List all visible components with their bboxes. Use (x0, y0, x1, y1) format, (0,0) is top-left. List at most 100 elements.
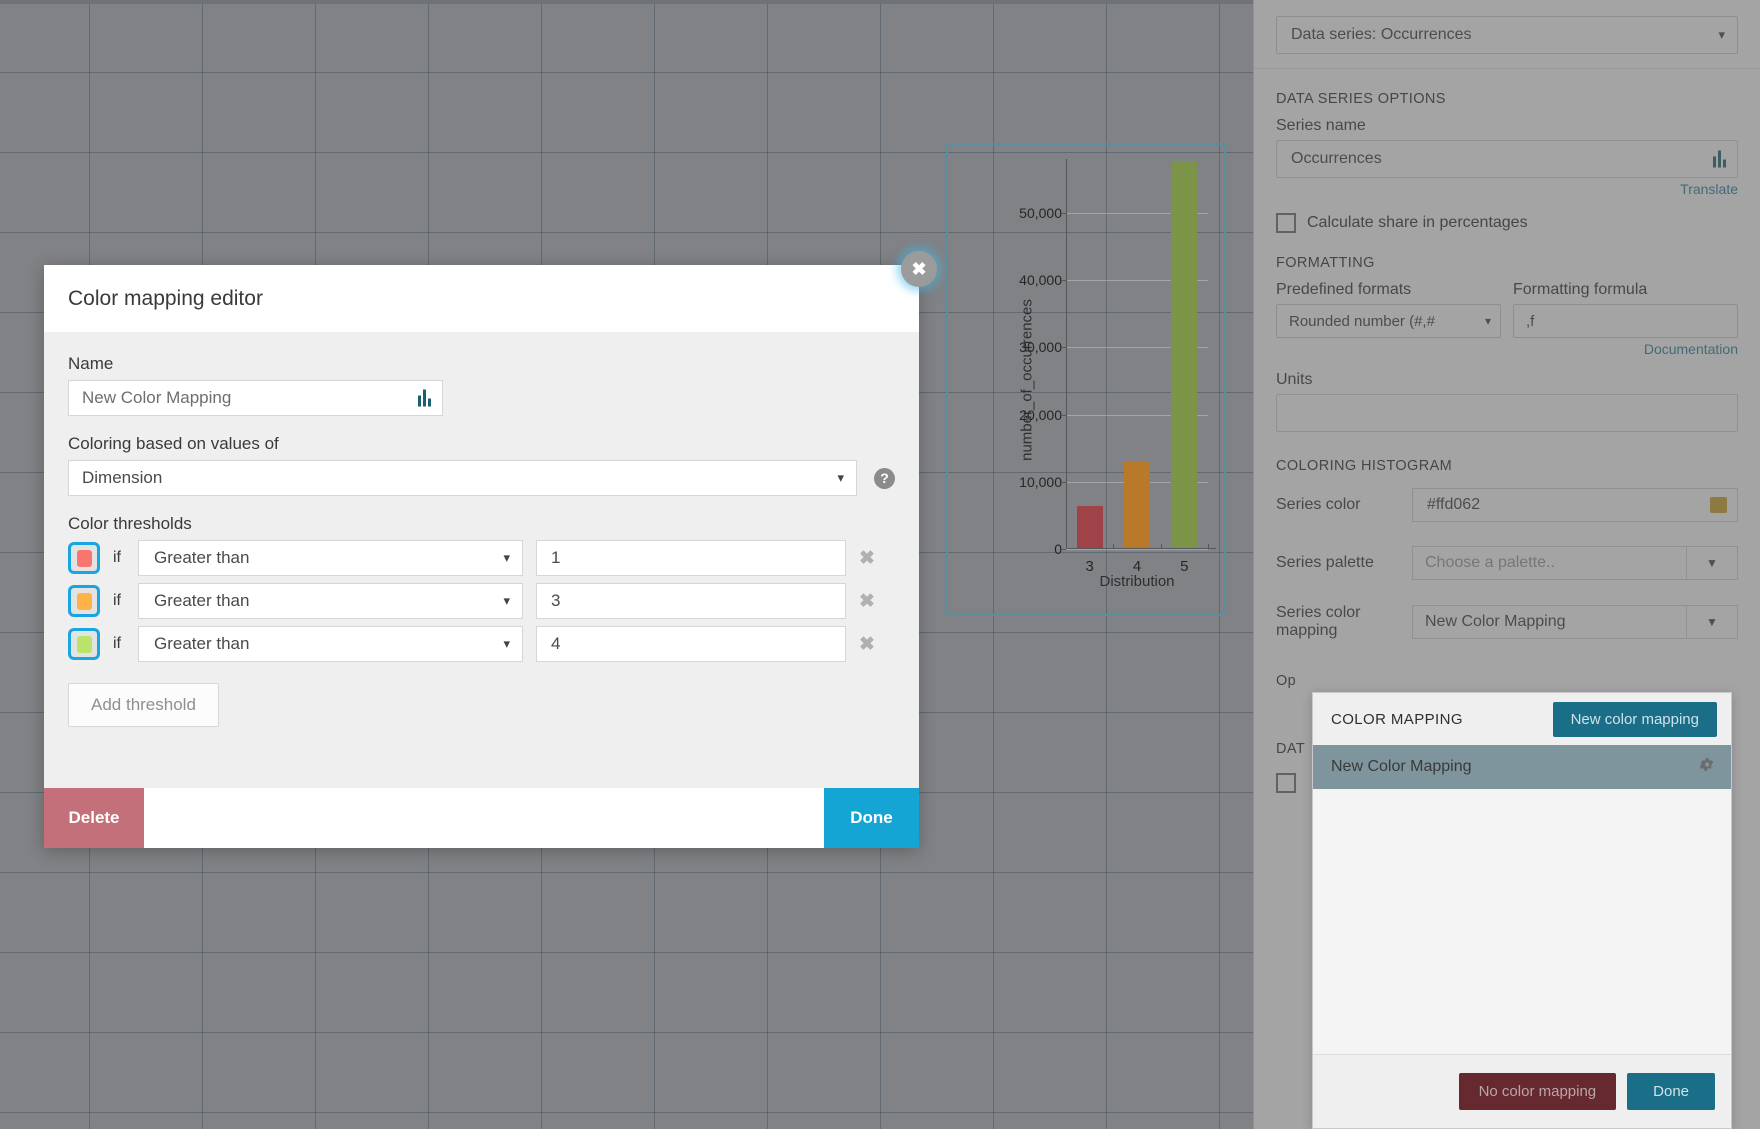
color-mapping-editor-modal[interactable]: Color mapping editor ✖ Name New Color Ma… (44, 251, 937, 848)
threshold-value-input[interactable]: 4 (536, 626, 846, 662)
units-input[interactable] (1276, 394, 1738, 432)
remove-threshold-icon[interactable]: ✖ (859, 633, 875, 656)
new-color-mapping-button[interactable]: New color mapping (1552, 701, 1717, 737)
chart-y-axis-label: number_of_occurrences (1018, 298, 1036, 461)
series-color-swatch[interactable] (1710, 497, 1727, 513)
chevron-down-icon: ▾ (503, 550, 510, 565)
threshold-if-label: if (113, 635, 121, 652)
gear-icon[interactable] (1698, 756, 1715, 778)
threshold-operator-select[interactable]: Greater than ▾ (138, 583, 523, 619)
predefined-formats-value: Rounded number (#,# (1289, 312, 1435, 330)
mapping-name-input[interactable]: New Color Mapping (68, 380, 443, 416)
chart-y-axis (1066, 159, 1067, 549)
series-color-mapping-dropdown-button[interactable]: ▼ (1686, 605, 1738, 640)
name-label: Name (68, 354, 114, 373)
units-label: Units (1276, 371, 1313, 388)
formatting-formula-label: Formatting formula (1513, 281, 1648, 298)
modal-footer: Delete Done (44, 788, 919, 848)
color-mapping-popup-footer: No color mapping Done (1313, 1054, 1731, 1128)
formatting-heading: FORMATTING (1276, 255, 1375, 271)
translate-link[interactable]: Translate (1276, 181, 1738, 197)
color-mapping-item-label: New Color Mapping (1331, 758, 1472, 775)
series-selector-bar: Data series: Occurrences ▾ (1254, 0, 1760, 69)
threshold-operator-value: Greater than (154, 591, 250, 610)
series-color-mapping-combo[interactable]: New Color Mapping ▼ (1412, 605, 1738, 640)
chevron-down-icon: ▾ (837, 470, 844, 485)
chart-x-tick-mark (1160, 544, 1162, 549)
color-threshold-row: if Greater than ▾ 4 ✖ (68, 626, 895, 662)
coloring-based-on-select[interactable]: Dimension ▾ (68, 460, 857, 496)
popup-done-button[interactable]: Done (1627, 1073, 1715, 1110)
threshold-operator-value: Greater than (154, 548, 250, 567)
help-icon[interactable]: ? (874, 467, 895, 489)
chevron-down-icon: ▾ (1718, 27, 1725, 42)
obscured-options-heading: Op (1276, 672, 1297, 689)
predefined-formats-select[interactable]: Rounded number (#,# ▾ (1276, 304, 1501, 338)
chart-x-axis-label: Distribution (1099, 573, 1175, 590)
modal-body: Name New Color Mapping Coloring based on… (44, 332, 919, 727)
chevron-down-icon: ▾ (503, 636, 510, 651)
threshold-if-label: if (113, 549, 121, 566)
chart-x-tick-mark (1208, 544, 1209, 549)
threshold-operator-select[interactable]: Greater than ▾ (138, 626, 523, 662)
threshold-value: 4 (551, 634, 561, 653)
mapping-name-value: New Color Mapping (82, 388, 232, 407)
chart-bar (1124, 461, 1150, 548)
formatting-formula-input[interactable]: ,f (1513, 304, 1738, 338)
delete-button[interactable]: Delete (44, 788, 144, 848)
series-color-value: #ffd062 (1427, 496, 1481, 513)
chart-y-tick-mark (1061, 549, 1066, 550)
chevron-down-icon: ▾ (503, 593, 510, 608)
color-mapping-popup-header: COLOR MAPPING New color mapping (1313, 693, 1731, 745)
formatting-formula-value: ,f (1526, 312, 1535, 330)
threshold-value-input[interactable]: 3 (536, 583, 846, 619)
series-palette-row: Series palette Choose a palette.. ▼ (1276, 546, 1738, 580)
documentation-link[interactable]: Documentation (1513, 341, 1738, 357)
list-item[interactable]: New Color Mapping (1313, 745, 1731, 789)
data-series-select[interactable]: Data series: Occurrences ▾ (1276, 16, 1738, 54)
done-button[interactable]: Done (824, 788, 919, 848)
modal-header: Color mapping editor (44, 265, 919, 332)
variable-icon[interactable] (1713, 150, 1726, 168)
coloring-histogram-heading: COLORING HISTOGRAM (1276, 458, 1453, 474)
threshold-color-swatch[interactable] (68, 542, 100, 574)
color-threshold-row: if Greater than ▾ 3 ✖ (68, 583, 895, 619)
remove-threshold-icon[interactable]: ✖ (859, 590, 875, 613)
add-threshold-button[interactable]: Add threshold (68, 683, 219, 727)
remove-threshold-icon[interactable]: ✖ (859, 547, 875, 570)
threshold-value-input[interactable]: 1 (536, 540, 846, 576)
series-palette-combo[interactable]: Choose a palette.. ▼ (1412, 546, 1738, 580)
color-mapping-popup[interactable]: COLOR MAPPING New color mapping New Colo… (1312, 692, 1732, 1129)
chart-bar (1076, 506, 1103, 548)
series-palette-value: Choose a palette.. (1412, 546, 1686, 580)
coloring-based-on-label: Coloring based on values of (68, 434, 279, 453)
series-name-value: Occurrences (1291, 150, 1382, 167)
threshold-value: 3 (551, 591, 561, 610)
chart-widget[interactable]: number_of_occurrences 0 10,000 20,000 30,00… (946, 143, 1226, 616)
chart-y-tick-label: 20,000 (1019, 406, 1062, 423)
threshold-color-swatch[interactable] (68, 628, 100, 660)
threshold-operator-select[interactable]: Greater than ▾ (138, 540, 523, 576)
color-mapping-list[interactable]: New Color Mapping (1313, 745, 1731, 1054)
series-color-input[interactable]: #ffd062 (1412, 488, 1738, 522)
threshold-if-label: if (113, 592, 121, 609)
chart-y-tick-label: 10,000 (1019, 473, 1062, 490)
chart-gridline (1066, 549, 1208, 550)
close-icon[interactable]: ✖ (901, 251, 937, 287)
chart-plot-area: 0 10,000 20,000 30,000 40,000 50,000 3 4 5 (1019, 159, 1216, 575)
series-palette-dropdown-button[interactable]: ▼ (1686, 546, 1738, 580)
threshold-value: 1 (551, 548, 561, 567)
no-color-mapping-button[interactable]: No color mapping (1458, 1073, 1617, 1110)
threshold-color-swatch[interactable] (68, 585, 100, 617)
threshold-operator-value: Greater than (154, 634, 250, 653)
variable-icon[interactable] (418, 389, 431, 407)
series-name-input[interactable]: Occurrences (1276, 140, 1738, 178)
predefined-formats-label: Predefined formats (1276, 281, 1412, 298)
calculate-share-row[interactable]: Calculate share in percentages (1276, 213, 1738, 233)
calculate-share-checkbox[interactable] (1276, 213, 1296, 233)
color-threshold-list: if Greater than ▾ 1 ✖ if Greater than ▾ 3 ✖ if Grea… (68, 540, 895, 662)
coloring-based-on-value: Dimension (82, 468, 163, 487)
data-series-options-heading: DATA SERIES OPTIONS (1276, 91, 1446, 107)
obscured-checkbox[interactable] (1276, 772, 1296, 793)
color-mapping-popup-title: COLOR MAPPING (1331, 710, 1463, 728)
